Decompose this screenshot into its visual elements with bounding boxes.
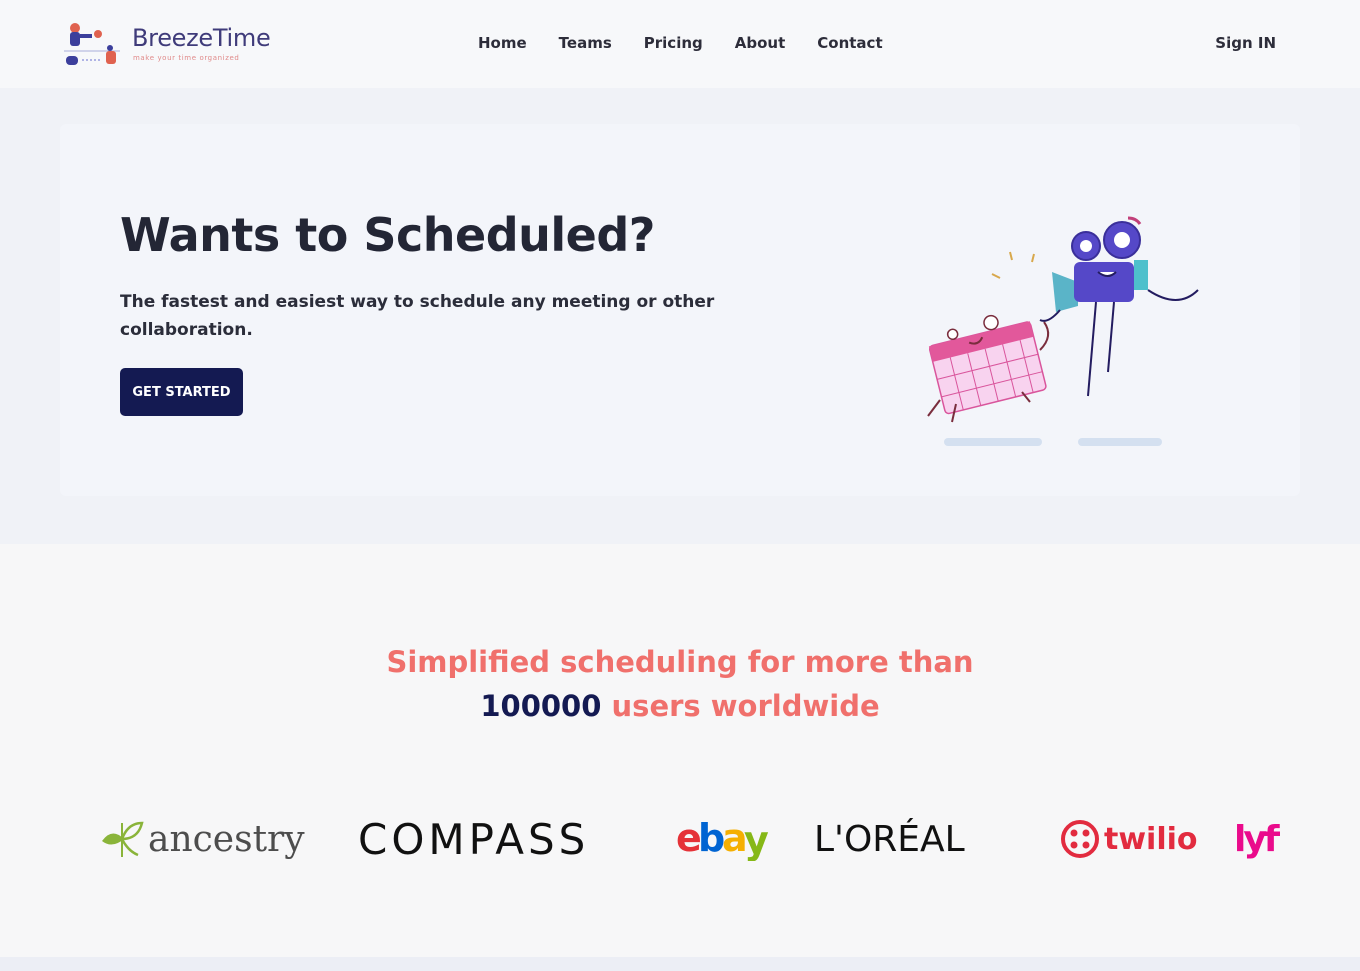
calendar-camera-illustration-icon [927, 216, 1199, 446]
brand-logos-strip: ancestry COMPASS e b a y L'ORÉAL twilio … [100, 808, 1280, 870]
logo-tagline: make your time organized [133, 54, 240, 62]
logo-title: BreezeTime [132, 24, 271, 52]
twilio-icon [1061, 820, 1099, 858]
brand-twilio: twilio [1060, 808, 1198, 870]
nav-about[interactable]: About [735, 34, 786, 52]
get-started-button[interactable]: GET STARTED [120, 368, 243, 416]
brand-ancestry: ancestry [100, 808, 305, 870]
stats-line-1: Simplified scheduling for more than [386, 645, 974, 679]
next-section-edge [0, 957, 1360, 971]
nav-teams[interactable]: Teams [559, 34, 612, 52]
brand-lyft-name: lyft [1234, 818, 1280, 860]
main-nav: Home Teams Pricing About Contact [478, 34, 915, 52]
site-header: BreezeTime make your time organized Home… [0, 0, 1360, 88]
ebay-logo-icon: e b a y [676, 817, 769, 861]
brand-loreal-name: L'ORÉAL [814, 818, 965, 860]
nav-contact[interactable]: Contact [817, 34, 882, 52]
brand-loreal: L'ORÉAL [814, 808, 965, 870]
svg-text:y: y [744, 818, 769, 861]
stats-line-2-suffix: users worldwide [611, 689, 880, 723]
brand-ebay: e b a y [676, 808, 772, 870]
brand-lyft: lyft [1234, 808, 1280, 870]
ancestry-leaf-icon [102, 821, 144, 857]
nav-pricing[interactable]: Pricing [644, 34, 703, 52]
hero-title: Wants to Scheduled? [120, 208, 655, 262]
stats-line-2: 100000 users worldwide [0, 684, 1360, 728]
brand-logo[interactable]: BreezeTime make your time organized [62, 18, 272, 70]
stats-heading: Simplified scheduling for more than 1000… [0, 640, 1360, 728]
brand-compass: COMPASS [358, 808, 589, 870]
brand-ancestry-name: ancestry [148, 818, 305, 860]
brand-twilio-name: twilio [1104, 821, 1198, 857]
user-count: 100000 [480, 689, 602, 723]
logo-illustration-icon [64, 23, 120, 65]
sign-in-link[interactable]: Sign IN [1215, 34, 1276, 52]
brand-compass-name: COMPASS [358, 814, 590, 864]
nav-home[interactable]: Home [478, 34, 527, 52]
hero-subtitle: The fastest and easiest way to schedule … [120, 292, 715, 340]
